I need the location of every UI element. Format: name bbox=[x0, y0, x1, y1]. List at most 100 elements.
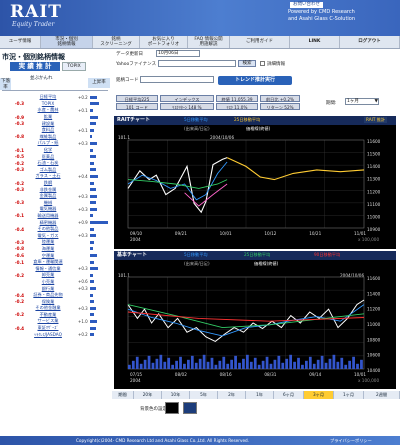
code-input[interactable] bbox=[140, 76, 214, 83]
sector-link[interactable]: 食料品 bbox=[26, 127, 70, 133]
list-item[interactable]: -0.3 機械 bbox=[0, 200, 112, 207]
sector-link[interactable]: 証券・商品先物 bbox=[26, 292, 70, 298]
period-select[interactable]: 1ヶ月 ▼ bbox=[345, 98, 379, 105]
sector-link[interactable]: 電気・ガス bbox=[26, 233, 70, 239]
tab-return[interactable]: リターン 52% bbox=[260, 103, 300, 110]
contact-link[interactable]: お問い合わせ bbox=[290, 2, 323, 8]
search-button[interactable]: 検索 bbox=[238, 60, 256, 67]
tab-risk[interactable]: ﾘｽｸ 11.0% bbox=[216, 103, 258, 110]
list-item[interactable]: 銀行業 +0.3 bbox=[0, 285, 112, 292]
period-10y[interactable]: 10年 bbox=[162, 391, 190, 399]
list-item[interactable]: -0.3 非鉄金属 bbox=[0, 186, 112, 193]
nav-portfolio[interactable]: お気に入り ポートフォリオ bbox=[140, 36, 188, 48]
tab-nikkei[interactable]: 日経平均225 bbox=[116, 95, 158, 102]
period-1y[interactable]: 1年 bbox=[246, 391, 274, 399]
sector-link[interactable]: 陸運業 bbox=[26, 239, 70, 245]
list-item[interactable]: サービス業 +1.0 bbox=[0, 318, 112, 325]
list-item[interactable]: パルプ・紙 +0.3 bbox=[0, 140, 112, 147]
sector-link[interactable]: 東証ﾏｻﾞｰｽﾞ bbox=[26, 325, 70, 331]
bg-black-swatch[interactable] bbox=[165, 402, 179, 414]
list-item[interactable]: -0.1 輸送用機器 bbox=[0, 213, 112, 220]
detail-checkbox[interactable] bbox=[260, 61, 265, 66]
period-2y[interactable]: 2年 bbox=[218, 391, 246, 399]
tab-code[interactable]: 101 コード bbox=[116, 103, 158, 110]
list-item[interactable]: -0.2 石油・石炭 bbox=[0, 160, 112, 167]
sector-link[interactable]: 機械 bbox=[26, 200, 70, 206]
nav-link[interactable]: LINK bbox=[290, 36, 340, 48]
sector-link[interactable]: 鉱業 bbox=[26, 114, 70, 120]
list-item[interactable]: -0.3 建設業 bbox=[0, 120, 112, 127]
period-3m[interactable]: 3ヶ月 bbox=[304, 391, 334, 399]
sector-link[interactable]: 医薬品 bbox=[26, 154, 70, 160]
list-item[interactable]: -0.3 陸運業 bbox=[0, 239, 112, 246]
bg-blue-swatch[interactable] bbox=[183, 402, 197, 414]
nav-screening[interactable]: 銘柄 スクリーニング bbox=[93, 36, 140, 48]
sector-link[interactable]: その他製品 bbox=[26, 226, 70, 232]
sector-link[interactable]: 小売業 bbox=[26, 279, 70, 285]
rait-chart-svg[interactable]: 11600 11500 11400 11300 11200 11100 11000 10900… bbox=[114, 116, 396, 249]
period-20y[interactable]: 20年 bbox=[134, 391, 162, 399]
period-2w[interactable]: 2週間 bbox=[364, 391, 400, 399]
sector-link[interactable]: サービス業 bbox=[26, 318, 70, 324]
list-item[interactable]: -0.1 倉庫・運輸関連 bbox=[0, 259, 112, 266]
sector-link[interactable]: 情報・通信業 bbox=[26, 266, 70, 272]
list-item[interactable]: 情報・通信業 +0.3 bbox=[0, 265, 112, 272]
list-item[interactable]: その他金融業 +0.3 bbox=[0, 305, 112, 312]
period-6m[interactable]: 6ヶ月 bbox=[274, 391, 304, 399]
list-item[interactable]: -0.4 証券・商品先物 bbox=[0, 292, 112, 299]
list-item[interactable]: 電気・ガス +0.3 bbox=[0, 232, 112, 239]
sector-link[interactable]: その他金融業 bbox=[26, 305, 70, 311]
tab-change[interactable]: 前日比 +0.2% bbox=[260, 95, 300, 102]
sector-link[interactable]: 卸売業 bbox=[26, 272, 70, 278]
list-item[interactable]: 金属製品 +0.3 bbox=[0, 193, 112, 200]
list-item[interactable]: 精密機器 +0.9 bbox=[0, 219, 112, 226]
nav-guide[interactable]: ご利用ガイド bbox=[230, 36, 290, 48]
logo[interactable]: RAIT bbox=[10, 2, 62, 22]
sector-link[interactable]: 鉄鋼 bbox=[26, 180, 70, 186]
list-item[interactable]: -0.4 東証ﾏｻﾞｰｽﾞ bbox=[0, 325, 112, 332]
sector-link[interactable]: 保険業 bbox=[26, 299, 70, 305]
sector-link[interactable]: ゴム製品 bbox=[26, 167, 70, 173]
basic-chart-svg[interactable]: 11600 11400 11200 11000 10800 10600 10400 07/15… bbox=[114, 251, 396, 389]
trend-estimate-button[interactable]: トレンド推計実行 bbox=[218, 76, 292, 85]
list-item[interactable]: 小売業 +0.6 bbox=[0, 279, 112, 286]
list-item[interactable]: -0.9 鉱業 bbox=[0, 114, 112, 121]
tab-close[interactable]: 終値 11,055.39 bbox=[216, 95, 258, 102]
nav-user-info[interactable]: ユーザ情報 bbox=[0, 36, 41, 48]
list-item[interactable]: ﾍﾗｸﾚｽ/JASDAQ +0.2 bbox=[0, 331, 112, 338]
sector-link[interactable]: 海運業 bbox=[26, 246, 70, 252]
nav-logout[interactable]: ログアウト bbox=[340, 36, 400, 48]
list-item[interactable]: -0.6 空運業 bbox=[0, 252, 112, 259]
list-item[interactable]: 食料品 +0.1 bbox=[0, 127, 112, 134]
list-item[interactable]: -0.5 医薬品 bbox=[0, 153, 112, 160]
period-5y[interactable]: 5年 bbox=[190, 391, 218, 399]
sector-link[interactable]: 輸送用機器 bbox=[26, 213, 70, 219]
sector-link[interactable]: 繊維製品 bbox=[26, 134, 70, 140]
list-item[interactable]: -0.4 その他製品 bbox=[0, 226, 112, 233]
list-item[interactable]: -0.1 化学 bbox=[0, 147, 112, 154]
sector-link[interactable]: ガラス・土石 bbox=[26, 173, 70, 179]
sector-link[interactable]: 建設業 bbox=[26, 121, 70, 127]
sector-link[interactable]: 非鉄金属 bbox=[26, 187, 70, 193]
tab-result-estimate[interactable]: 実 績 推 計 bbox=[10, 62, 60, 71]
list-item[interactable]: 日経平均 +0.2 bbox=[0, 94, 112, 101]
sector-link[interactable]: 石油・石炭 bbox=[26, 160, 70, 166]
list-item[interactable]: -0.2 卸売業 bbox=[0, 272, 112, 279]
sector-link[interactable]: 空運業 bbox=[26, 253, 70, 259]
list-item[interactable]: 電気機器 +0.3 bbox=[0, 206, 112, 213]
sector-link[interactable]: TOPIX bbox=[26, 101, 70, 106]
detail-link[interactable]: 詳細情報 bbox=[267, 61, 285, 67]
list-item[interactable]: 水産・農林 +0.1 bbox=[0, 107, 112, 114]
list-item[interactable]: ガラス・土石 +0.4 bbox=[0, 173, 112, 180]
privacy-link[interactable]: プライバシーポリシー bbox=[330, 436, 372, 445]
sector-link[interactable]: 日経平均 bbox=[26, 94, 70, 100]
list-item[interactable]: -0.2 鉄鋼 bbox=[0, 180, 112, 187]
sector-link[interactable]: 電気機器 bbox=[26, 206, 70, 212]
sector-link[interactable]: 精密機器 bbox=[26, 220, 70, 226]
date-field[interactable]: 10月06日 bbox=[156, 50, 200, 57]
sector-link[interactable]: 不動産業 bbox=[26, 312, 70, 318]
topix-toggle[interactable]: TOPIX bbox=[62, 62, 86, 71]
sector-link[interactable]: ﾍﾗｸﾚｽ/JASDAQ bbox=[26, 332, 70, 338]
period-1m[interactable]: 1ヶ月 bbox=[334, 391, 364, 399]
nav-market-info[interactable]: 市況・個別 銘柄情報 bbox=[41, 36, 93, 48]
